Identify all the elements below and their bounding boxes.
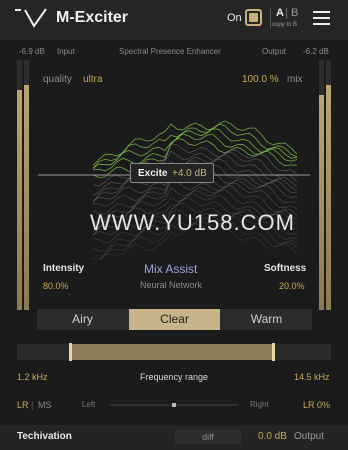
ab-b-button[interactable]: B [291, 7, 298, 19]
ab-divider [270, 8, 271, 28]
mix-assist-button[interactable]: Mix Assist [144, 262, 197, 276]
input-value: -6.9 dB [19, 47, 45, 56]
plugin-subtitle: Spectral Presence Enhancer [119, 47, 221, 56]
stereo-separator: | [31, 400, 34, 410]
intensity-value[interactable]: 80.0% [43, 281, 69, 291]
diff-button[interactable]: diff [175, 430, 241, 444]
watermark-text: WWW.YU158.COM [90, 210, 295, 235]
neural-network-label: Neural Network [140, 280, 203, 290]
input-meter-right [24, 60, 29, 310]
input-meter-left [17, 60, 22, 310]
quality-label: quality [43, 74, 72, 85]
app-title: M-Exciter [56, 9, 129, 26]
pan-slider-knob[interactable] [172, 403, 176, 407]
frequency-low-handle[interactable] [69, 343, 73, 361]
mode-selector: Airy Clear Warm [37, 309, 312, 330]
footer-bar: Techivation diff 0.0 dB Output [0, 425, 348, 450]
ab-separator: | [285, 7, 288, 19]
power-label: On [227, 12, 242, 24]
output-label: Output [262, 47, 287, 56]
frequency-high-handle[interactable] [272, 343, 276, 361]
mode-warm-button[interactable]: Warm [221, 309, 312, 330]
output-value: -6.2 dB [303, 47, 329, 56]
frequency-min: 1.2 kHz [17, 372, 48, 382]
spectrum-visualizer [38, 120, 310, 260]
softness-value[interactable]: 20.0% [279, 281, 305, 291]
spectrum-line [92, 123, 298, 169]
frequency-range-label: Frequency range [140, 372, 209, 382]
mix-value[interactable]: 100.0 % [242, 74, 279, 85]
stereo-value: LR 0% [303, 400, 331, 410]
output-meter-left [319, 60, 324, 310]
frequency-range-fill [70, 344, 275, 360]
output-gain-value[interactable]: 0.0 dB [258, 431, 287, 442]
frequency-max: 14.5 kHz [294, 372, 330, 382]
mode-clear-button[interactable]: Clear [129, 309, 220, 330]
lr-mode-button[interactable]: LR [17, 400, 29, 410]
ab-a-button[interactable]: A [276, 7, 284, 19]
output-meter-right [326, 60, 331, 310]
ms-mode-button[interactable]: MS [38, 400, 52, 410]
input-label: Input [57, 47, 75, 56]
output-gain-label: Output [294, 431, 325, 442]
logo-icon [15, 8, 47, 28]
excite-control[interactable]: Excite +4.0 dB [130, 163, 214, 183]
header-bar: M-Exciter On A | B copy to B [0, 0, 348, 40]
frequency-range-slider[interactable] [17, 343, 331, 361]
power-toggle-icon[interactable] [245, 9, 262, 26]
quality-selector[interactable]: ultra [83, 74, 102, 85]
intensity-label: Intensity [43, 263, 85, 274]
mix-label: mix [287, 74, 303, 85]
pan-left-label: Left [82, 400, 96, 409]
softness-label: Softness [264, 263, 307, 274]
mode-airy-button[interactable]: Airy [37, 309, 128, 330]
menu-icon[interactable] [313, 11, 330, 29]
brand-label: Techivation [17, 431, 72, 442]
excite-label: Excite [138, 168, 168, 179]
copy-to-b-button[interactable]: copy to B [272, 22, 297, 28]
excite-value: +4.0 dB [172, 168, 207, 179]
pan-right-label: Right [250, 400, 269, 409]
